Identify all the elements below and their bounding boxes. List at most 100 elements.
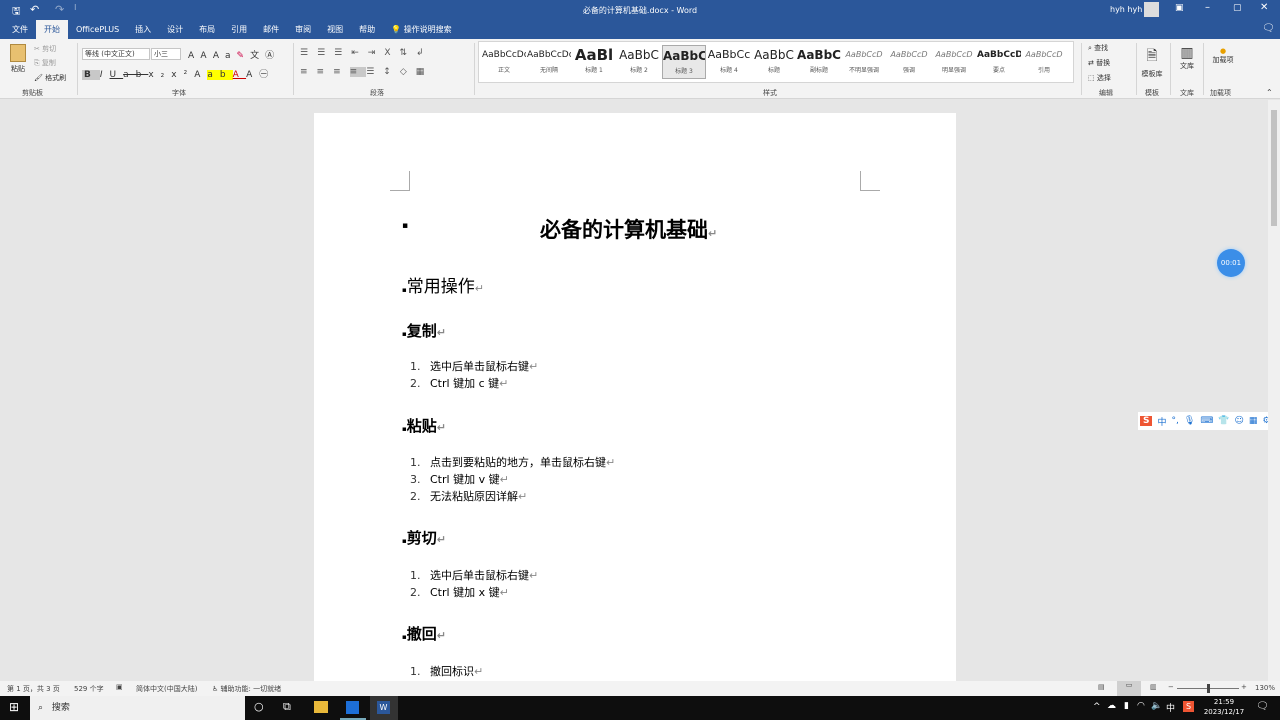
style-4[interactable]: AaBbC 标题 3 [662, 45, 706, 79]
volume-icon[interactable]: 🔈 [1151, 701, 1162, 711]
library-button[interactable]: ▥ 文库 [1176, 45, 1198, 71]
tab-layout[interactable]: 布局 [191, 20, 223, 39]
page-count[interactable]: 第 1 页，共 3 页 [7, 684, 60, 694]
emoji-icon[interactable]: ☺ [1235, 416, 1244, 426]
restore-button[interactable]: ▢ [1233, 3, 1242, 13]
list-item[interactable]: 1. 点击到要粘贴的地方，单击鼠标右键↵ [410, 454, 615, 470]
user-name[interactable]: hyh hyh [1110, 5, 1142, 14]
tab-design[interactable]: 设计 [159, 20, 191, 39]
char-border-icon[interactable]: Ⓐ [265, 51, 280, 61]
shading-icon[interactable]: ◇ [400, 67, 416, 77]
accessibility-status[interactable]: ♿ 辅助功能: 一切就绪 [212, 684, 281, 694]
show-hidden-icons[interactable]: ^ [1093, 702, 1101, 712]
heading-3[interactable]: ▪撤回↵ [402, 623, 446, 644]
highlight-icon[interactable]: ab [207, 70, 233, 80]
italic-icon[interactable]: I [100, 70, 110, 80]
language-status[interactable]: 简体中文(中国大陆) [136, 684, 197, 694]
align-center-icon[interactable]: ≡ [317, 67, 334, 77]
style-9[interactable]: AaBbCcD 强调 [887, 45, 931, 79]
usb-icon[interactable]: ▮ [1124, 701, 1129, 711]
list-item[interactable]: 2. Ctrl 键加 x 键↵ [410, 584, 509, 600]
document-title[interactable]: 必备的计算机基础↵ [540, 214, 717, 244]
style-5[interactable]: AaBbCc 标题 4 [707, 45, 751, 79]
list-item[interactable]: 1. 撤回标识↵ [410, 663, 483, 679]
clear-format-icon[interactable]: ✎ [237, 51, 251, 61]
timer-badge[interactable]: 00:01 [1217, 249, 1245, 277]
align-right-icon[interactable]: ≡ [333, 67, 350, 77]
ribbon-display-icon[interactable]: ▣ [1175, 3, 1184, 13]
task-view-icon[interactable]: ⧉ [283, 700, 291, 714]
text-effects-icon[interactable]: A [194, 70, 207, 80]
font-color-icon[interactable]: A [233, 70, 246, 80]
customize-qat-icon[interactable]: ⁝ [74, 3, 77, 12]
find-button[interactable]: ⌕ 查找 [1088, 43, 1108, 53]
file-explorer-icon[interactable] [314, 701, 328, 713]
list-item[interactable]: 1. 选中后单击鼠标右键↵ [410, 358, 538, 374]
keyboard-icon[interactable]: ⌨ [1200, 416, 1213, 426]
heading-3[interactable]: ▪粘贴↵ [402, 415, 446, 436]
bold-icon[interactable]: B [82, 70, 100, 80]
tab-file[interactable]: 文件 [4, 20, 36, 39]
avatar[interactable] [1144, 2, 1159, 17]
skin-icon[interactable]: 👕 [1218, 416, 1229, 426]
font-name-select[interactable]: 等线 (中文正文) [82, 48, 150, 60]
show-marks-icon[interactable]: ↲ [416, 48, 433, 58]
addins-button[interactable]: ● 加载项 [1210, 47, 1236, 65]
subscript-icon[interactable]: x₂ [148, 70, 171, 80]
list-item[interactable]: 3. Ctrl 键加 v 键↵ [410, 471, 509, 487]
font-size-select[interactable]: 小三 [151, 48, 181, 60]
superscript-icon[interactable]: x² [171, 70, 194, 80]
align-left-icon[interactable]: ≡ [300, 67, 317, 77]
wifi-icon[interactable]: ◠ [1137, 701, 1145, 711]
style-12[interactable]: AaBbCcD 引用 [1022, 45, 1066, 79]
char-shading-icon[interactable]: A [246, 70, 259, 80]
cortana-icon[interactable]: ○ [254, 700, 264, 713]
heading-3[interactable]: ▪剪切↵ [402, 527, 446, 548]
list-item[interactable]: 1. 选中后单击鼠标右键↵ [410, 567, 538, 583]
change-case-icon[interactable]: Aa [213, 51, 237, 61]
style-1[interactable]: AaBbCcDc 无间隔 [527, 45, 571, 79]
minimize-button[interactable]: – [1205, 2, 1210, 13]
bullets-icon[interactable]: ☰ [300, 48, 317, 58]
scrollbar-thumb[interactable] [1271, 110, 1277, 226]
style-3[interactable]: AaBbC 标题 2 [617, 45, 661, 79]
tab-mailings[interactable]: 邮件 [255, 20, 287, 39]
grow-font-icon[interactable]: A [188, 51, 200, 61]
multilevel-list-icon[interactable]: ☰ [334, 48, 351, 58]
style-7[interactable]: AaBbC 副标题 [797, 45, 841, 79]
input-method-indicator[interactable]: 中 [1166, 701, 1175, 714]
asian-layout-icon[interactable]: X [384, 48, 399, 58]
collapse-ribbon-icon[interactable]: ⌃ [1266, 88, 1273, 97]
word-taskbar-button[interactable]: W [370, 696, 398, 720]
zoom-level[interactable]: 130% [1255, 684, 1275, 692]
distributed-icon[interactable]: ☰ [366, 67, 383, 77]
copy-button[interactable]: ⎘ 复制 [34, 58, 56, 68]
microphone-icon[interactable]: 🎙 [1184, 416, 1195, 426]
read-mode-icon[interactable]: ▤ [1098, 683, 1105, 691]
style-11[interactable]: AaBbCcD 要点 [977, 45, 1021, 79]
style-0[interactable]: AaBbCcDc 正文 [482, 45, 526, 79]
tab-references[interactable]: 引用 [223, 20, 255, 39]
sogou-logo-icon[interactable]: S [1140, 416, 1153, 426]
select-button[interactable]: ⬚ 选择 [1088, 73, 1111, 83]
style-8[interactable]: AaBbCcD 不明显强调 [842, 45, 886, 79]
phonetic-icon[interactable]: 文 [250, 51, 265, 61]
ime-lang-toggle[interactable]: 中 [1157, 415, 1166, 428]
list-item[interactable]: 2. 无法粘贴原因详解↵ [410, 488, 527, 504]
close-button[interactable]: ✕ [1260, 2, 1268, 13]
format-painter-button[interactable]: 🖌 格式刷 [34, 73, 66, 83]
strikethrough-icon[interactable]: ab [123, 70, 148, 80]
underline-icon[interactable]: U [110, 70, 124, 80]
heading-2[interactable]: ▪常用操作↵ [402, 272, 484, 297]
numbering-icon[interactable]: ☰ [317, 48, 334, 58]
redo-icon[interactable]: ↷ [55, 3, 64, 16]
zoom-slider-thumb[interactable] [1207, 684, 1210, 693]
style-6[interactable]: AaBbC 标题 [752, 45, 796, 79]
sort-icon[interactable]: ⇅ [400, 48, 417, 58]
web-layout-icon[interactable]: ▥ [1150, 683, 1157, 691]
document-page[interactable]: ▪ 必备的计算机基础↵ ▪常用操作↵ ▪复制↵ 1. 选中后单击鼠标右键↵ 2. Ctr… [314, 113, 956, 683]
sogou-tray-icon[interactable]: S [1183, 701, 1194, 712]
style-2[interactable]: AaBl 标题 1 [572, 45, 616, 79]
paste-button[interactable]: 粘贴 [8, 44, 28, 74]
replace-button[interactable]: ⇄ 替换 [1088, 58, 1110, 68]
